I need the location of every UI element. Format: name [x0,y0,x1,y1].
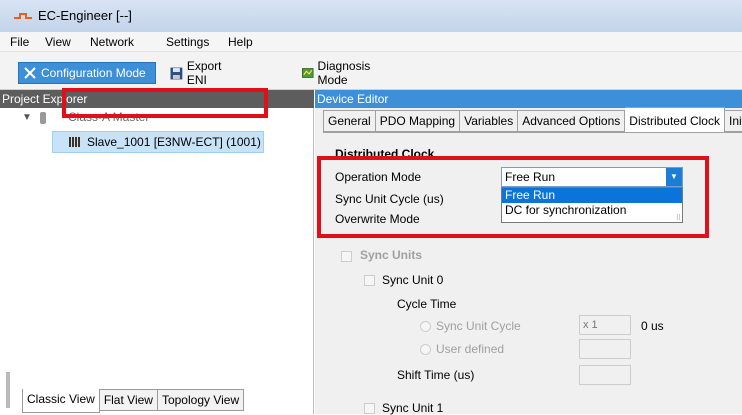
tab-advanced-options[interactable]: Advanced Options [518,110,626,132]
tab-init[interactable]: Init [724,110,742,132]
sync-unit-cycle-radio[interactable] [420,321,431,332]
sync-unit-cycle-radio-label: Sync Unit Cycle [436,319,521,333]
user-defined-radio[interactable] [420,344,431,355]
shift-time-field[interactable] [579,365,631,385]
title-bar: EC-Engineer [--] [0,0,742,32]
highlight-box-operation-mode [317,156,709,238]
tab-flat-view[interactable]: Flat View [99,389,158,411]
menu-settings[interactable]: Settings [166,35,209,49]
sync-unit-0-checkbox[interactable] [364,275,375,286]
sync-units-label: Sync Units [360,248,423,262]
tree-item-slave[interactable]: Slave_1001 [E3NW-ECT] (1001) [52,131,264,153]
master-device-icon [40,112,46,124]
cycle-value-label: 0 us [641,319,664,333]
project-explorer-panel: Project Explorer ▼ Class-A Master Slave_… [0,90,314,414]
device-editor-panel: Device Editor General PDO Mapping Variab… [315,90,742,415]
splitter-handle[interactable] [6,372,10,408]
menu-view[interactable]: View [45,35,71,49]
device-editor-tabs: General PDO Mapping Variables Advanced O… [323,107,742,132]
highlight-box-explorer [62,88,268,118]
user-defined-label: User defined [436,342,505,356]
tools-icon [24,67,36,79]
menu-file[interactable]: File [10,35,29,49]
tree-item-slave-label: Slave_1001 [E3NW-ECT] (1001) [87,135,261,149]
explorer-view-tabs: Classic View Flat View Topology View [22,389,245,413]
sync-unit-0-label: Sync Unit 0 [382,273,444,287]
export-eni-button[interactable]: Export ENI [166,59,248,87]
shift-time-label: Shift Time (us) [397,368,475,382]
tab-classic-view[interactable]: Classic View [22,389,100,413]
sync-units-checkbox[interactable] [341,251,352,262]
export-eni-label: Export ENI [186,59,222,87]
menu-bar: File View Network Settings Help [0,32,742,52]
diagnosis-mode-label: Diagnosis Mode [317,59,371,87]
slave-device-icon [69,137,81,147]
user-defined-field[interactable] [579,339,631,359]
tab-topology-view[interactable]: Topology View [157,389,245,411]
app-logo-icon [14,13,32,19]
tab-distributed-clock[interactable]: Distributed Clock [625,107,725,132]
cycle-time-label: Cycle Time [397,297,457,311]
diagnosis-mode-button[interactable]: Diagnosis Mode [298,59,398,87]
sync-unit-1-checkbox[interactable] [364,403,375,414]
tab-variables[interactable]: Variables [460,110,519,132]
tab-general[interactable]: General [323,110,376,132]
menu-network[interactable]: Network [90,35,134,49]
sync-unit-1-label: Sync Unit 1 [382,401,444,415]
toolbar: Configuration Mode Export ENI Diagnosis … [0,52,742,90]
menu-help[interactable]: Help [228,35,253,49]
window-title: EC-Engineer [--] [38,8,132,23]
tree-collapse-icon[interactable]: ▼ [22,112,32,123]
cycle-multiplier-field[interactable]: x 1 [579,315,631,335]
configuration-mode-label: Configuration Mode [41,66,146,80]
device-editor-header: Device Editor [315,90,742,108]
save-icon [170,67,183,79]
tab-pdo-mapping[interactable]: PDO Mapping [375,110,461,132]
configuration-mode-button[interactable]: Configuration Mode [18,62,156,84]
diagnosis-icon [302,68,314,78]
